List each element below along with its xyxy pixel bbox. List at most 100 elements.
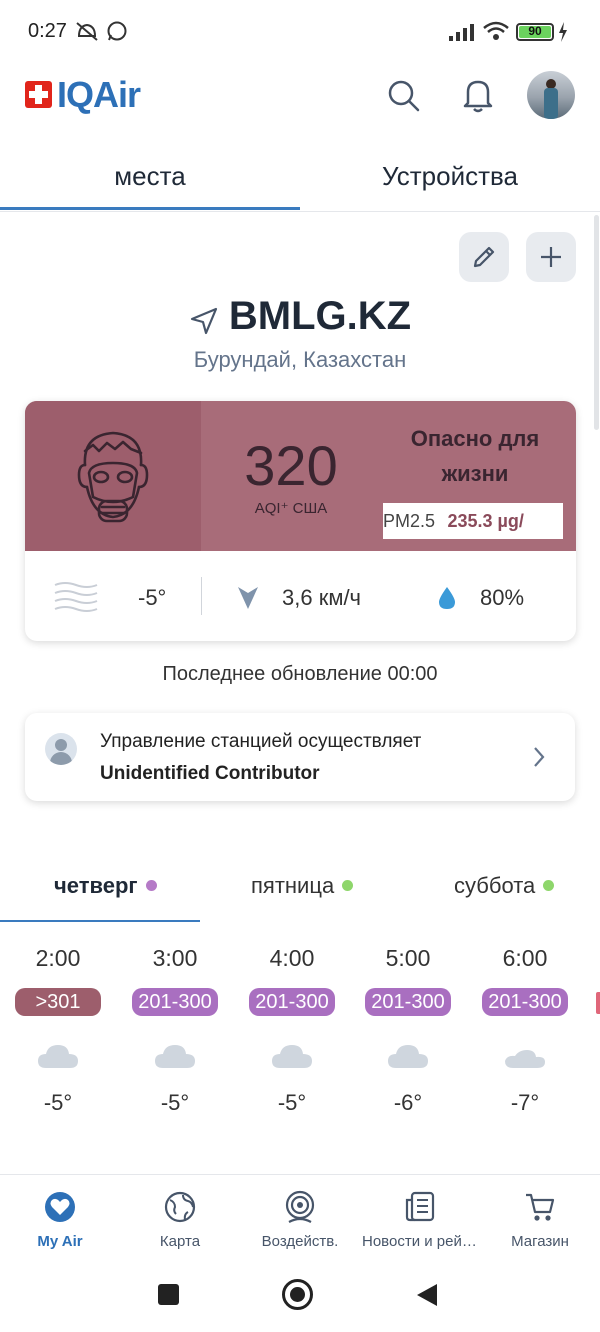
hour-time: 4:00 [269, 945, 315, 971]
hourly-item: 4:00 201-300 -5° [242, 940, 342, 1116]
pollutant-name: PM2.5 [383, 511, 436, 531]
brand-logo[interactable]: IQAir [57, 74, 141, 116]
swiss-cross-icon [25, 81, 52, 108]
hour-temperature: -5° [160, 1090, 190, 1115]
aqi-range-badge: 201-300 [249, 988, 335, 1016]
navigation-arrow-icon [190, 307, 218, 334]
hour-temperature: -7° [510, 1090, 540, 1115]
edit-button[interactable] [459, 232, 509, 282]
haze-icon [54, 582, 98, 612]
bell-icon[interactable] [460, 76, 496, 114]
hour-time: 5:00 [385, 945, 431, 971]
contributor-line1: Управление станцией осуществляет [100, 731, 422, 752]
nav-label: Карта [159, 1233, 201, 1250]
status-bar: 0:27 90 [0, 0, 600, 64]
hourly-item: 2:00 >301 -5° [8, 940, 108, 1116]
nav-map[interactable]: Карта [120, 1189, 240, 1250]
aqi-card[interactable]: 320 AQI⁺ США Опасно для жизни PM2.5 235.… [25, 401, 576, 641]
contributor-name: Unidentified Contributor [100, 763, 320, 784]
chevron-right-icon [534, 747, 545, 767]
cloud-icon [505, 1050, 545, 1068]
globe-icon [164, 1191, 196, 1223]
aqi-dot [342, 879, 354, 891]
gas-mask-face-icon [77, 431, 149, 523]
hour-temperature: -6° [393, 1090, 423, 1115]
contributor-card[interactable]: Управление станцией осуществляет Unident… [25, 713, 575, 801]
cloud-icon [38, 1045, 78, 1068]
avatar[interactable] [527, 71, 575, 119]
weather-wind: 3,6 км/ч [282, 585, 362, 610]
hourly-item: 3:00 201-300 -5° [125, 940, 225, 1116]
aqi-unit: AQI⁺ США [254, 500, 328, 517]
nav-label: My Air [37, 1233, 83, 1250]
status-time: 0:27 [28, 20, 67, 42]
contributor-avatar-icon [45, 733, 77, 765]
mute-icon [76, 22, 98, 41]
nav-label: Воздейств. [261, 1233, 339, 1250]
nav-exposure[interactable]: Воздейств. [240, 1189, 360, 1250]
weather-humidity: 80% [480, 585, 525, 610]
tab-places-label: места [114, 161, 186, 191]
location-name: BMLG.KZ [228, 294, 412, 338]
exposure-icon [285, 1190, 315, 1223]
hour-temperature: -5° [277, 1090, 307, 1115]
aqi-status: Опасно для жизни [410, 426, 540, 486]
hourly-item: 5:00 201-300 -6° [358, 940, 458, 1116]
tab-devices[interactable]: Устройства [300, 150, 600, 210]
cloud-icon [272, 1045, 312, 1068]
recent-apps-button[interactable] [158, 1284, 179, 1305]
plus-icon [541, 247, 561, 267]
aqi-range-badge: 201-300 [482, 988, 568, 1016]
nav-label: Магазин [511, 1233, 569, 1250]
day-tab-friday[interactable]: пятница [251, 873, 354, 899]
cart-icon [526, 1193, 555, 1221]
heart-icon [45, 1192, 75, 1222]
weather-temperature: -5° [138, 585, 167, 610]
wifi-icon [483, 21, 509, 40]
next-hour-badge-edge [596, 992, 600, 1014]
cloud-icon [155, 1045, 195, 1068]
weather-divider [201, 577, 202, 615]
pollutant-chip: PM2.5 235.3 µg/ [383, 503, 563, 539]
aqi-panel: 320 AQI⁺ США Опасно для жизни PM2.5 235.… [25, 401, 576, 551]
battery-icon: 90 [516, 23, 554, 41]
location-region: Бурундай, Казахстан [193, 347, 407, 372]
aqi-face-panel [25, 401, 201, 551]
add-button[interactable] [526, 232, 576, 282]
whatsapp-icon [107, 21, 127, 41]
nav-shop[interactable]: Магазин [480, 1189, 600, 1250]
last-update: Последнее обновление 00:00 [162, 663, 438, 685]
aqi-dot [543, 879, 555, 891]
aqi-range-badge: >301 [15, 988, 101, 1016]
hour-temperature: -5° [43, 1090, 73, 1115]
system-nav-bar [0, 1254, 600, 1332]
day-tab-label: пятница [251, 873, 335, 898]
day-tab-indicator [0, 920, 200, 922]
home-button[interactable] [282, 1279, 313, 1310]
search-icon[interactable] [386, 78, 422, 114]
charging-icon [559, 22, 567, 42]
news-icon [405, 1191, 435, 1222]
pollutant-concentration: 235.3 µg/ [447, 511, 524, 531]
day-tab-label: четверг [54, 873, 138, 898]
wind-direction-icon [238, 587, 258, 609]
location-title: BMLG.KZ [0, 294, 600, 340]
day-tab-thursday[interactable]: четверг [54, 873, 157, 899]
day-tab-saturday[interactable]: суббота [454, 873, 555, 899]
pencil-icon [473, 246, 495, 268]
hourly-item: 6:00 201-300 -7° [475, 940, 575, 1116]
battery-level: 90 [528, 24, 542, 38]
tab-active-indicator [0, 207, 300, 210]
tab-places[interactable]: места [0, 150, 300, 210]
hour-time: 6:00 [502, 945, 548, 971]
app-header: IQAir [0, 64, 600, 128]
tab-divider [0, 211, 600, 212]
nav-my-air[interactable]: My Air [0, 1189, 120, 1250]
aqi-value: 320 [244, 434, 338, 497]
day-tab-label: суббота [454, 873, 536, 898]
nav-news[interactable]: Новости и рейтинги [360, 1189, 480, 1250]
aqi-range-badge: 201-300 [132, 988, 218, 1016]
humidity-drop-icon [439, 587, 455, 609]
nav-label: Новости и рейтинги [362, 1233, 480, 1250]
back-button[interactable] [415, 1282, 439, 1308]
